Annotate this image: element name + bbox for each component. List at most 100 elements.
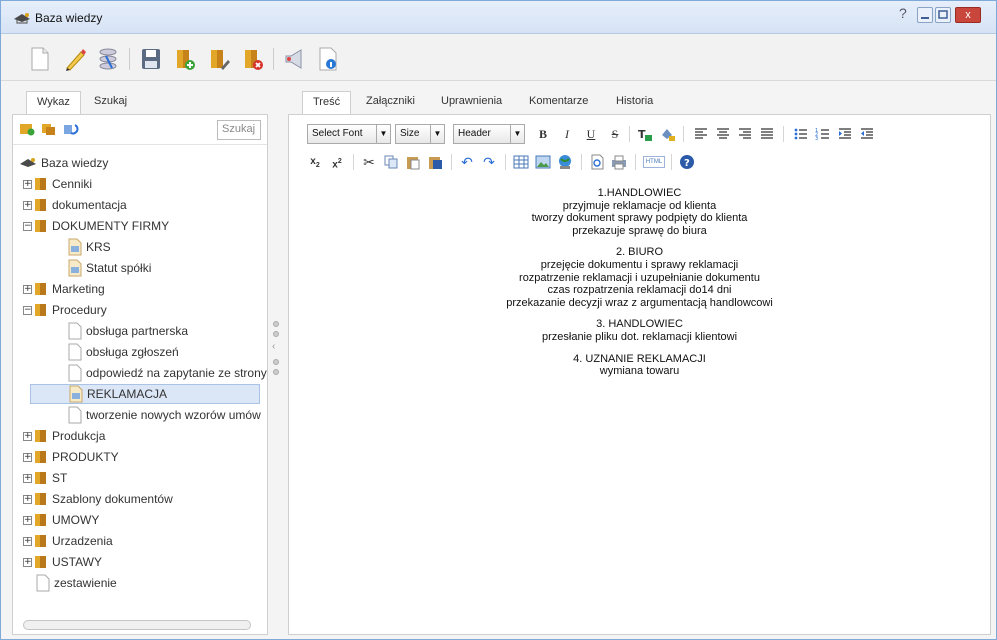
format-select[interactable]: Header ▼ [453,124,525,144]
tab-wykaz[interactable]: Wykaz [26,91,81,115]
copy-icon[interactable] [383,154,399,170]
refresh-small-icon[interactable] [63,122,79,136]
tree-item[interactable]: + ST [23,468,67,488]
size-select-value: Size [400,128,420,139]
copy-folder-small-icon[interactable] [41,122,57,136]
tree-search-input[interactable]: Szukaj [217,120,261,140]
document-icon [68,343,82,361]
tree-item[interactable]: + Marketing [23,279,105,299]
tab-uprawnienia[interactable]: Uprawnienia [431,91,512,115]
expand-icon[interactable]: + [23,179,32,189]
align-justify-icon[interactable] [759,126,775,142]
redo-icon[interactable]: ↷ [481,154,497,170]
tree-item[interactable]: + dokumentacja [23,195,127,215]
expand-icon[interactable]: + [23,494,32,504]
superscript-icon[interactable]: x2 [329,154,345,170]
help-icon[interactable]: ? [679,154,695,170]
chevron-down-icon: ▼ [430,125,444,143]
tree-item[interactable]: Statut spółki [68,258,151,278]
folder-icon [35,472,46,484]
tree-item[interactable]: obsługa zgłoszeń [68,342,179,362]
tree-item[interactable]: tworzenie nowych wzorów umów [68,405,261,425]
tree-item[interactable]: + Szablony dokumentów [23,489,173,509]
expand-icon[interactable]: + [23,452,32,462]
delete-folder-icon[interactable] [241,46,265,72]
add-folder-icon[interactable] [173,46,197,72]
tree-item-label: Produkcja [52,429,106,443]
expand-icon[interactable]: + [23,200,32,210]
table-icon[interactable] [513,154,529,170]
tree-item[interactable]: REKLAMACJA [30,384,260,404]
edit-folder-icon[interactable] [207,46,231,72]
title-bar: Baza wiedzy ? x [1,1,996,34]
expand-icon[interactable]: + [23,284,32,294]
paste-icon[interactable] [405,154,421,170]
bullet-list-icon[interactable] [793,126,809,142]
save-icon[interactable] [139,46,163,72]
tree-root[interactable]: Baza wiedzy [19,153,108,173]
cut-icon[interactable]: ✂ [361,154,377,170]
image-icon[interactable] [535,154,551,170]
link-globe-icon[interactable] [557,154,573,170]
tree-item[interactable]: obsługa partnerska [68,321,188,341]
tab-historia[interactable]: Historia [606,91,663,115]
subscript-icon[interactable]: x2 [307,154,323,170]
panel-splitter[interactable]: ‹ [271,321,281,381]
align-left-icon[interactable] [693,126,709,142]
minimize-button[interactable] [917,7,933,23]
tree-item[interactable]: odpowiedź na zapytanie ze strony [68,363,267,383]
add-folder-small-icon[interactable] [19,122,35,136]
collapse-icon[interactable]: − [23,221,32,231]
horizontal-scrollbar[interactable] [23,620,251,630]
edit-pencil-icon[interactable] [63,46,87,72]
properties-icon[interactable] [96,46,120,72]
document-info-icon[interactable] [316,46,340,72]
italic-button[interactable]: I [559,126,575,142]
font-select[interactable]: Select Font ▼ [307,124,391,144]
strikethrough-button[interactable]: S [607,126,623,142]
tree-item[interactable]: − Procedury [23,300,107,320]
tree-item[interactable]: + Urzadzenia [23,531,113,551]
underline-button[interactable]: U [583,126,599,142]
undo-icon[interactable]: ↶ [459,154,475,170]
tab-zalaczniki[interactable]: Załączniki [356,91,425,115]
new-document-icon[interactable] [28,46,52,72]
tree-item[interactable]: + UMOWY [23,510,99,530]
expand-icon[interactable]: + [23,431,32,441]
expand-icon[interactable]: + [23,515,32,525]
tree-item[interactable]: + Produkcja [23,426,105,446]
background-color-icon[interactable] [659,126,675,142]
tree-item[interactable]: + USTAWY [23,552,102,572]
collapse-chevron-icon[interactable]: ‹ [272,341,275,352]
help-button[interactable]: ? [899,5,913,21]
tree-item[interactable]: zestawienie [23,573,117,593]
text-color-icon[interactable]: T [637,126,653,142]
collapse-icon[interactable]: − [23,305,32,315]
tab-tresc[interactable]: Treść [302,91,352,115]
announce-icon[interactable] [283,46,307,72]
maximize-button[interactable] [935,7,951,23]
document-content[interactable]: 1.HANDLOWIEC przyjmuje reklamacje od klie… [289,187,990,378]
tree-item[interactable]: + Cenniki [23,174,92,194]
size-select[interactable]: Size ▼ [395,124,445,144]
bold-button[interactable]: B [535,126,551,142]
print-icon[interactable] [611,154,627,170]
expand-icon[interactable]: + [23,536,32,546]
paste-word-icon[interactable] [427,154,443,170]
tab-szukaj[interactable]: Szukaj [84,91,137,115]
html-source-button[interactable]: HTML [643,156,665,168]
numbered-list-icon[interactable]: 123 [815,126,831,142]
close-button[interactable]: x [955,7,981,23]
indent-icon[interactable] [837,126,853,142]
tree-item[interactable]: + PRODUKTY [23,447,119,467]
tree-item[interactable]: − DOKUMENTY FIRMY [23,216,169,236]
expand-icon[interactable]: + [23,557,32,567]
align-right-icon[interactable] [737,126,753,142]
tree-item[interactable]: KRS [68,237,111,257]
preview-icon[interactable] [589,154,605,170]
tree-item-label: obsługa zgłoszeń [86,345,179,359]
tab-komentarze[interactable]: Komentarze [519,91,598,115]
expand-icon[interactable]: + [23,473,32,483]
align-center-icon[interactable] [715,126,731,142]
outdent-icon[interactable] [859,126,875,142]
